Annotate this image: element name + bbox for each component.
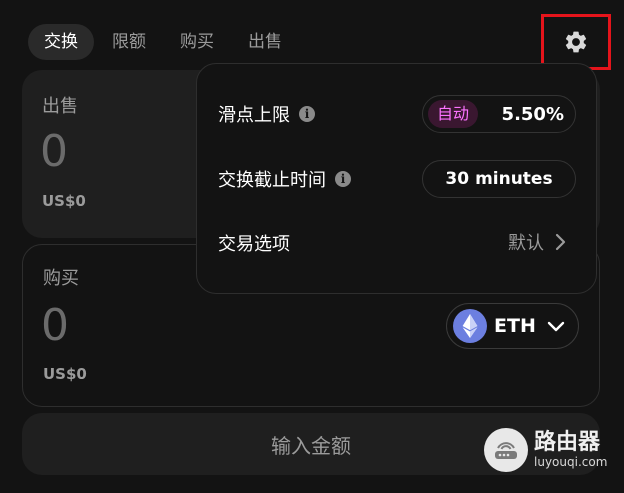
eth-logo-icon — [453, 309, 487, 343]
trade-options-label: 交易选项 — [218, 234, 290, 255]
deadline-label: 交换截止时间 — [218, 170, 326, 191]
token-selector-button[interactable]: ETH — [446, 303, 579, 349]
settings-highlight-box — [541, 14, 611, 70]
deadline-value: 30 — [445, 169, 470, 189]
buy-usd-value: US$0 — [43, 365, 87, 383]
slippage-control[interactable]: 自动 5.50% — [422, 95, 576, 133]
token-symbol: ETH — [494, 315, 536, 337]
deadline-unit: minutes — [475, 169, 553, 189]
sell-label: 出售 — [42, 96, 78, 117]
info-icon[interactable]: i — [335, 171, 351, 187]
tab-swap[interactable]: 交换 — [28, 24, 94, 60]
watermark-subtitle: luyouqi.com — [534, 455, 608, 469]
buy-label: 购买 — [43, 268, 79, 289]
gear-icon[interactable] — [563, 29, 589, 55]
chevron-down-icon — [547, 321, 565, 332]
slippage-value: 5.50% — [501, 103, 564, 125]
swap-tabs: 交换 限额 购买 出售 — [28, 24, 300, 60]
deadline-row: 交换截止时间 i — [218, 166, 351, 192]
info-icon[interactable]: i — [299, 106, 315, 122]
chevron-right-icon — [555, 233, 566, 251]
sell-usd-value: US$0 — [42, 192, 86, 210]
watermark-text: 路由器 luyouqi.com — [534, 430, 608, 470]
tab-buy[interactable]: 购买 — [164, 24, 230, 60]
tab-sell[interactable]: 出售 — [232, 24, 298, 60]
router-icon — [484, 428, 528, 472]
sell-amount-input[interactable]: 0 — [40, 126, 68, 177]
deadline-input[interactable]: 30 minutes — [422, 160, 576, 198]
slippage-label: 滑点上限 — [218, 105, 290, 126]
watermark-logo: 路由器 luyouqi.com — [484, 428, 607, 472]
trade-options-value: 默认 — [508, 233, 544, 254]
settings-popover: 滑点上限 i 自动 5.50% 交换截止时间 i 30 minutes 交易选项… — [196, 63, 597, 294]
tab-limit[interactable]: 限额 — [96, 24, 162, 60]
slippage-row: 滑点上限 i — [218, 101, 315, 127]
buy-amount-input[interactable]: 0 — [41, 300, 69, 351]
watermark-title: 路由器 — [534, 430, 601, 455]
slippage-auto-badge[interactable]: 自动 — [428, 100, 479, 128]
trade-options-button[interactable]: 默认 — [508, 229, 568, 255]
